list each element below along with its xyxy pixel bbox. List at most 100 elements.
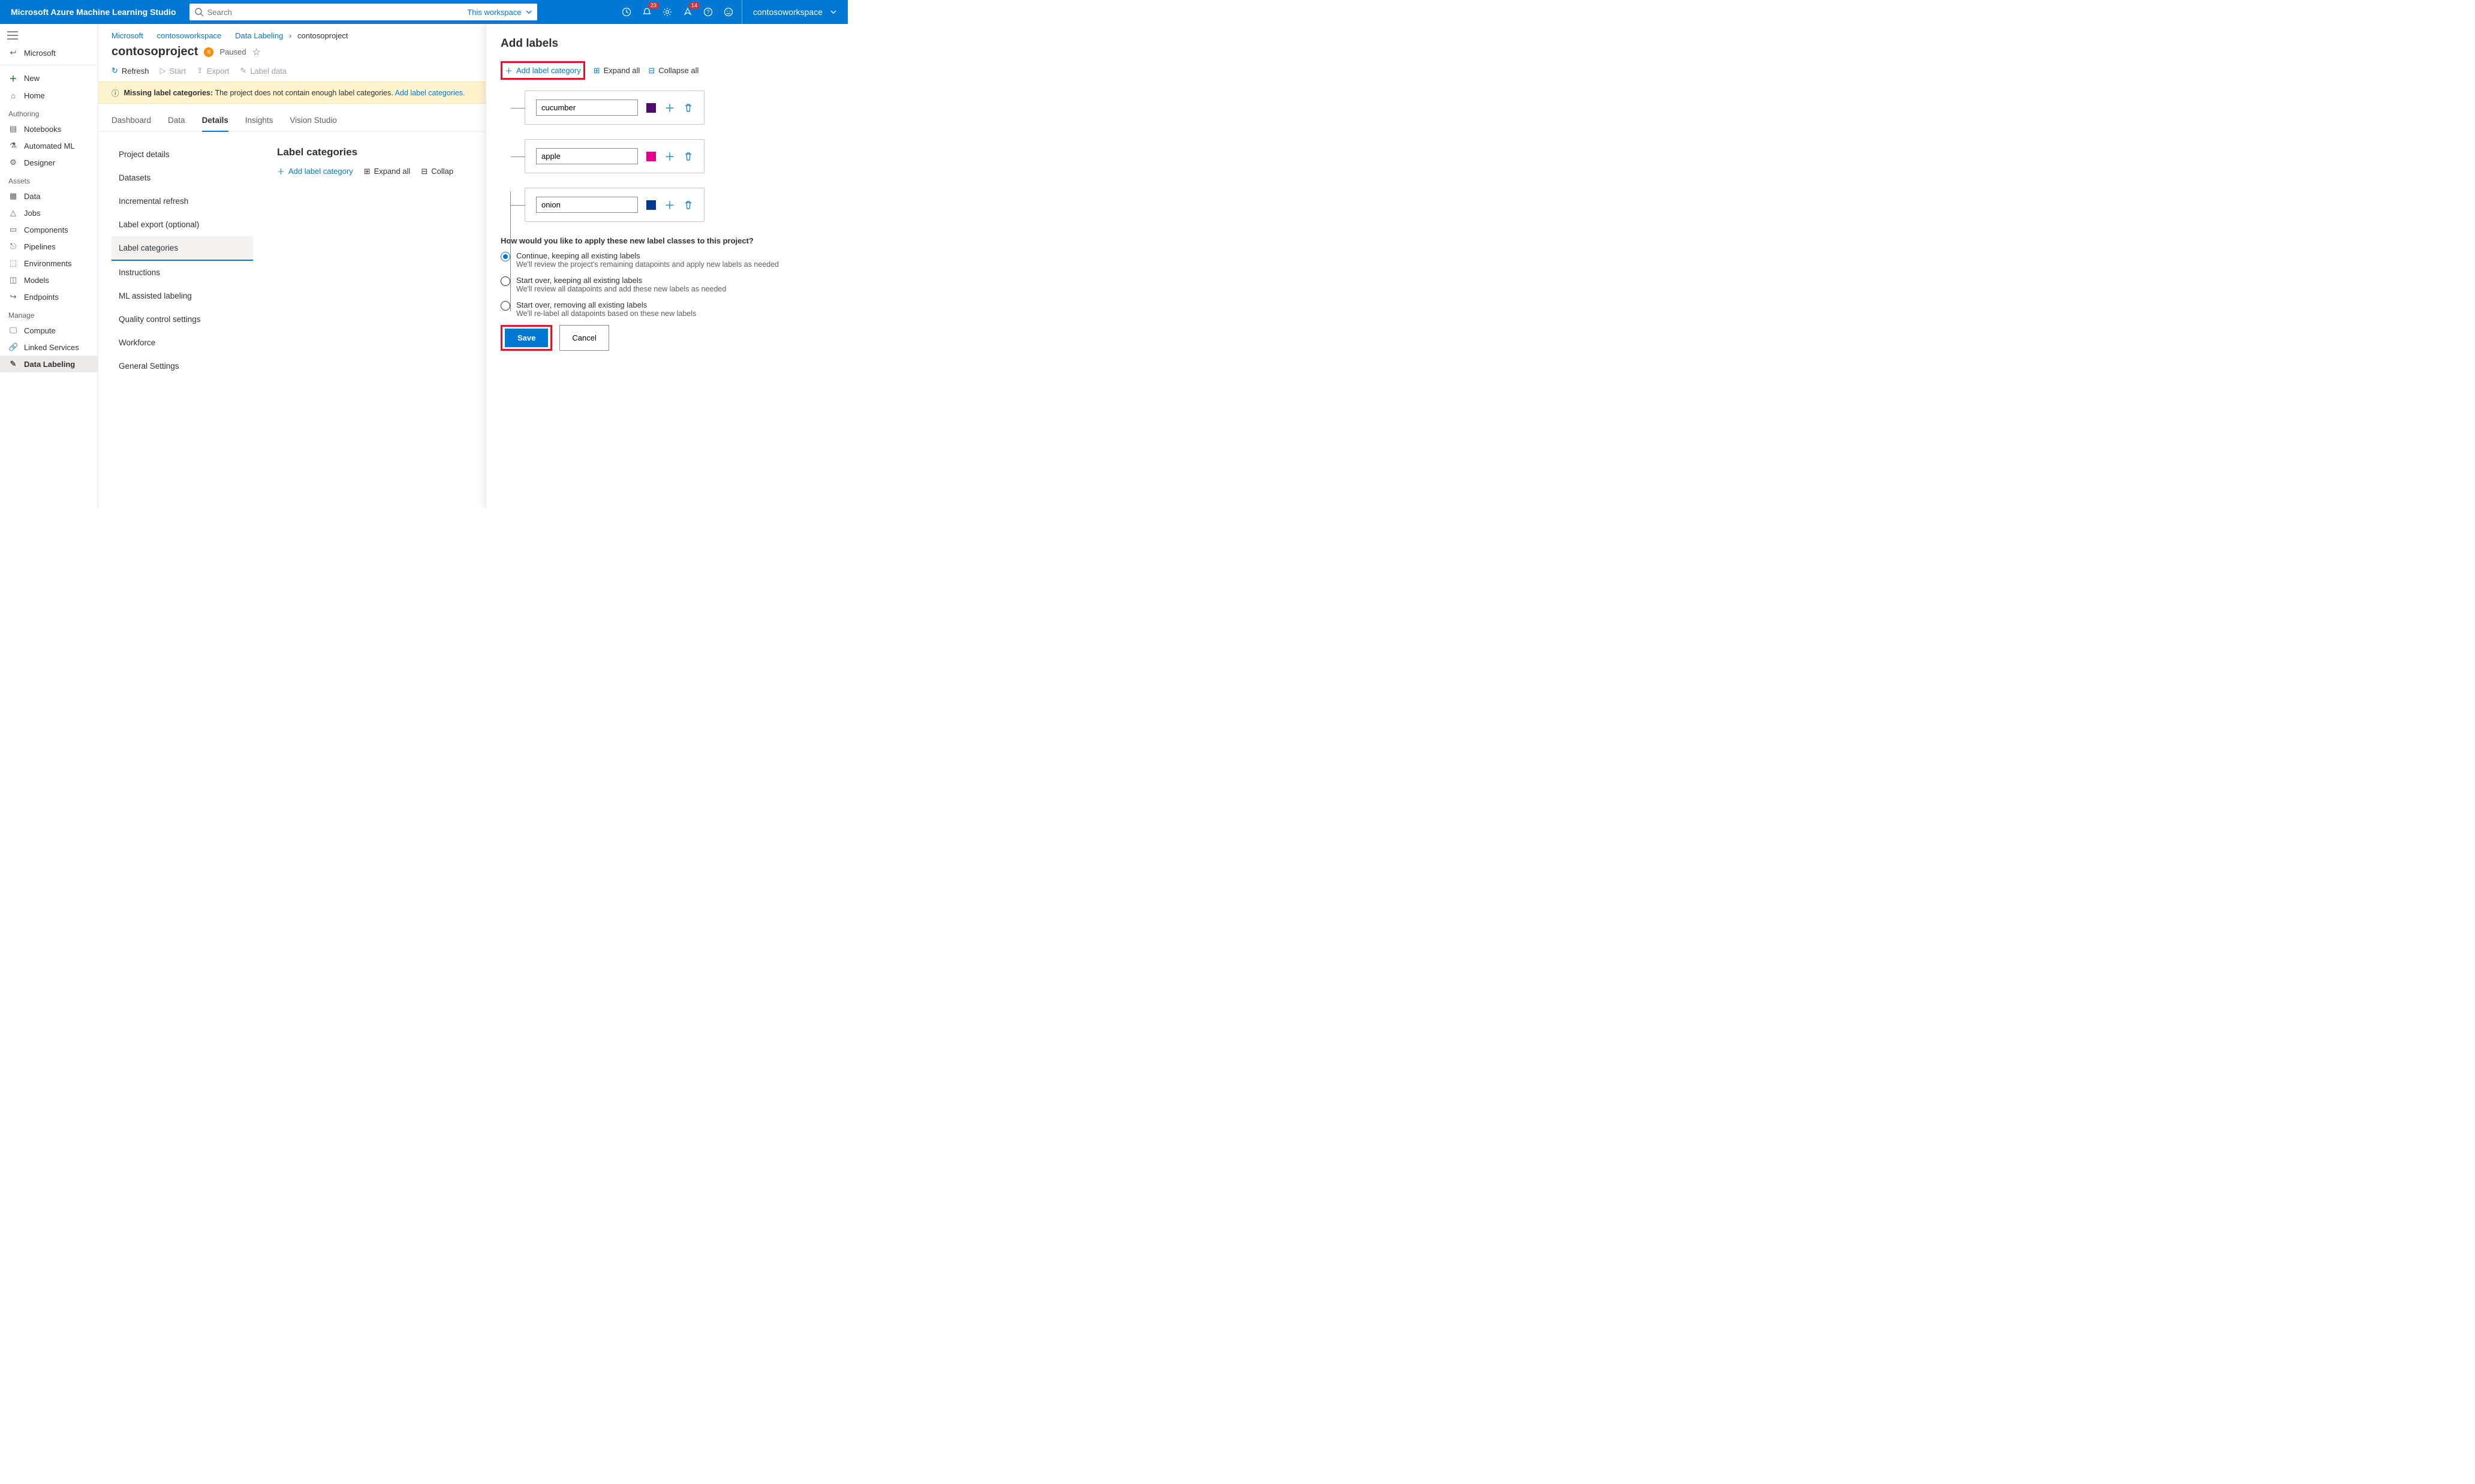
- label-data-button[interactable]: ✎Label data: [240, 66, 287, 76]
- subnav-incremental-refresh[interactable]: Incremental refresh: [112, 189, 253, 213]
- nav-jobs[interactable]: △Jobs: [0, 204, 98, 221]
- designer-icon: ⚙: [8, 158, 18, 167]
- delete-icon[interactable]: [684, 152, 693, 161]
- subnav-workforce[interactable]: Workforce: [112, 331, 253, 354]
- subnav-quality-control[interactable]: Quality control settings: [112, 308, 253, 331]
- clock-icon[interactable]: [621, 6, 633, 18]
- panel-add-label-category[interactable]: ＋Add label category: [505, 65, 581, 76]
- tab-vision-studio[interactable]: Vision Studio: [290, 110, 337, 131]
- tab-dashboard[interactable]: Dashboard: [112, 110, 151, 131]
- hamburger-icon[interactable]: [0, 29, 98, 44]
- nav-models[interactable]: ◫Models: [0, 272, 98, 288]
- nav-automated-ml[interactable]: ⚗Automated ML: [0, 137, 98, 154]
- apply-option-0[interactable]: Continue, keeping all existing labelsWe'…: [501, 251, 833, 269]
- nav-home[interactable]: ⌂Home: [0, 88, 98, 104]
- nav-designer[interactable]: ⚙Designer: [0, 154, 98, 171]
- tab-data[interactable]: Data: [168, 110, 185, 131]
- left-nav: ↩Microsoft ＋New ⌂Home Authoring ▤Noteboo…: [0, 24, 98, 508]
- start-button[interactable]: ▷Start: [159, 66, 185, 76]
- cancel-button[interactable]: Cancel: [559, 325, 609, 351]
- export-button[interactable]: ⇪Export: [197, 66, 229, 76]
- highlight-save-button: Save: [501, 325, 552, 351]
- directions-icon[interactable]: 14: [682, 6, 694, 18]
- radio-icon[interactable]: [501, 301, 510, 311]
- nav-notebooks[interactable]: ▤Notebooks: [0, 121, 98, 137]
- nav-pipelines[interactable]: ⎋Pipelines: [0, 238, 98, 255]
- radio-icon[interactable]: [501, 252, 510, 261]
- nav-data[interactable]: ▦Data: [0, 188, 98, 204]
- jobs-icon: △: [8, 208, 18, 218]
- content-add-label-category[interactable]: ＋Add label category: [277, 165, 353, 177]
- expand-icon: ⊞: [594, 66, 600, 76]
- tab-insights[interactable]: Insights: [245, 110, 273, 131]
- delete-icon[interactable]: [684, 200, 693, 210]
- apply-option-2[interactable]: Start over, removing all existing labels…: [501, 300, 833, 318]
- search-box[interactable]: This workspace: [189, 4, 537, 20]
- radio-icon[interactable]: [501, 276, 510, 286]
- favorite-star-icon[interactable]: ☆: [252, 46, 261, 58]
- nav-components[interactable]: ▭Components: [0, 221, 98, 238]
- details-subnav: Project details Datasets Incremental ref…: [112, 143, 253, 378]
- tab-details[interactable]: Details: [202, 110, 228, 132]
- subnav-ml-assisted[interactable]: ML assisted labeling: [112, 284, 253, 308]
- plus-icon: ＋: [505, 65, 513, 76]
- color-swatch[interactable]: [646, 200, 656, 210]
- expand-icon: ⊞: [364, 167, 371, 176]
- nav-environments[interactable]: ⬚Environments: [0, 255, 98, 272]
- nav-new[interactable]: ＋New: [0, 69, 98, 88]
- refresh-button[interactable]: ↻Refresh: [112, 66, 149, 76]
- search-scope[interactable]: This workspace: [467, 8, 532, 17]
- crumb-microsoft[interactable]: Microsoft: [112, 31, 143, 40]
- panel-expand-all[interactable]: ⊞Expand all: [594, 66, 640, 76]
- label-name-input[interactable]: [536, 100, 638, 116]
- label-row-2: ＋: [525, 188, 704, 222]
- subnav-datasets[interactable]: Datasets: [112, 166, 253, 189]
- content-heading: Label categories: [277, 146, 453, 158]
- save-button[interactable]: Save: [505, 329, 548, 347]
- color-swatch[interactable]: [646, 152, 656, 161]
- models-icon: ◫: [8, 275, 18, 285]
- notebook-icon: ▤: [8, 124, 18, 134]
- top-icons: 23 14 ?: [613, 6, 742, 18]
- color-swatch[interactable]: [646, 103, 656, 113]
- nav-compute[interactable]: 🖵Compute: [0, 322, 98, 339]
- content-collapse-all[interactable]: ⊟Collap: [421, 165, 453, 177]
- smiley-icon[interactable]: [722, 6, 734, 18]
- add-child-icon[interactable]: ＋: [664, 197, 675, 213]
- subnav-instructions[interactable]: Instructions: [112, 261, 253, 284]
- nav-back[interactable]: ↩Microsoft: [0, 44, 98, 61]
- subnav-general-settings[interactable]: General Settings: [112, 354, 253, 378]
- search-input[interactable]: [207, 8, 405, 17]
- chevron-down-icon: [525, 8, 532, 16]
- delete-icon[interactable]: [684, 103, 693, 113]
- crumb-workspace[interactable]: contosoworkspace: [157, 31, 222, 40]
- crumb-data-labeling[interactable]: Data Labeling: [235, 31, 283, 40]
- info-icon: ⓘ: [112, 87, 119, 98]
- plus-icon: ＋: [8, 73, 18, 84]
- nav-section-authoring: Authoring: [0, 104, 98, 121]
- add-child-icon[interactable]: ＋: [664, 100, 675, 116]
- panel-collapse-all[interactable]: ⊟Collapse all: [648, 66, 698, 76]
- subnav-label-categories[interactable]: Label categories: [112, 236, 253, 261]
- help-icon[interactable]: ?: [702, 6, 714, 18]
- subnav-label-export[interactable]: Label export (optional): [112, 213, 253, 236]
- label-name-input[interactable]: [536, 197, 638, 213]
- nav-linked-services[interactable]: 🔗Linked Services: [0, 339, 98, 356]
- chevron-right-icon: ›: [289, 31, 291, 40]
- content-expand-all[interactable]: ⊞Expand all: [364, 165, 411, 177]
- subnav-project-details[interactable]: Project details: [112, 143, 253, 166]
- highlight-add-label-category: ＋Add label category: [501, 61, 585, 80]
- add-label-categories-link[interactable]: Add label categories.: [395, 89, 465, 97]
- nav-data-labeling[interactable]: ✎Data Labeling: [0, 356, 98, 372]
- apply-option-1[interactable]: Start over, keeping all existing labelsW…: [501, 276, 833, 293]
- add-child-icon[interactable]: ＋: [664, 149, 675, 164]
- environments-icon: ⬚: [8, 258, 18, 268]
- bell-icon[interactable]: 23: [641, 6, 653, 18]
- plus-icon: ＋: [277, 165, 285, 177]
- workspace-switcher[interactable]: contosoworkspace: [742, 0, 848, 24]
- add-labels-panel: Add labels ＋Add label category ⊞Expand a…: [486, 24, 848, 508]
- label-name-input[interactable]: [536, 148, 638, 164]
- nav-endpoints[interactable]: ↪Endpoints: [0, 288, 98, 305]
- labeling-icon: ✎: [8, 359, 18, 369]
- gear-icon[interactable]: [661, 6, 673, 18]
